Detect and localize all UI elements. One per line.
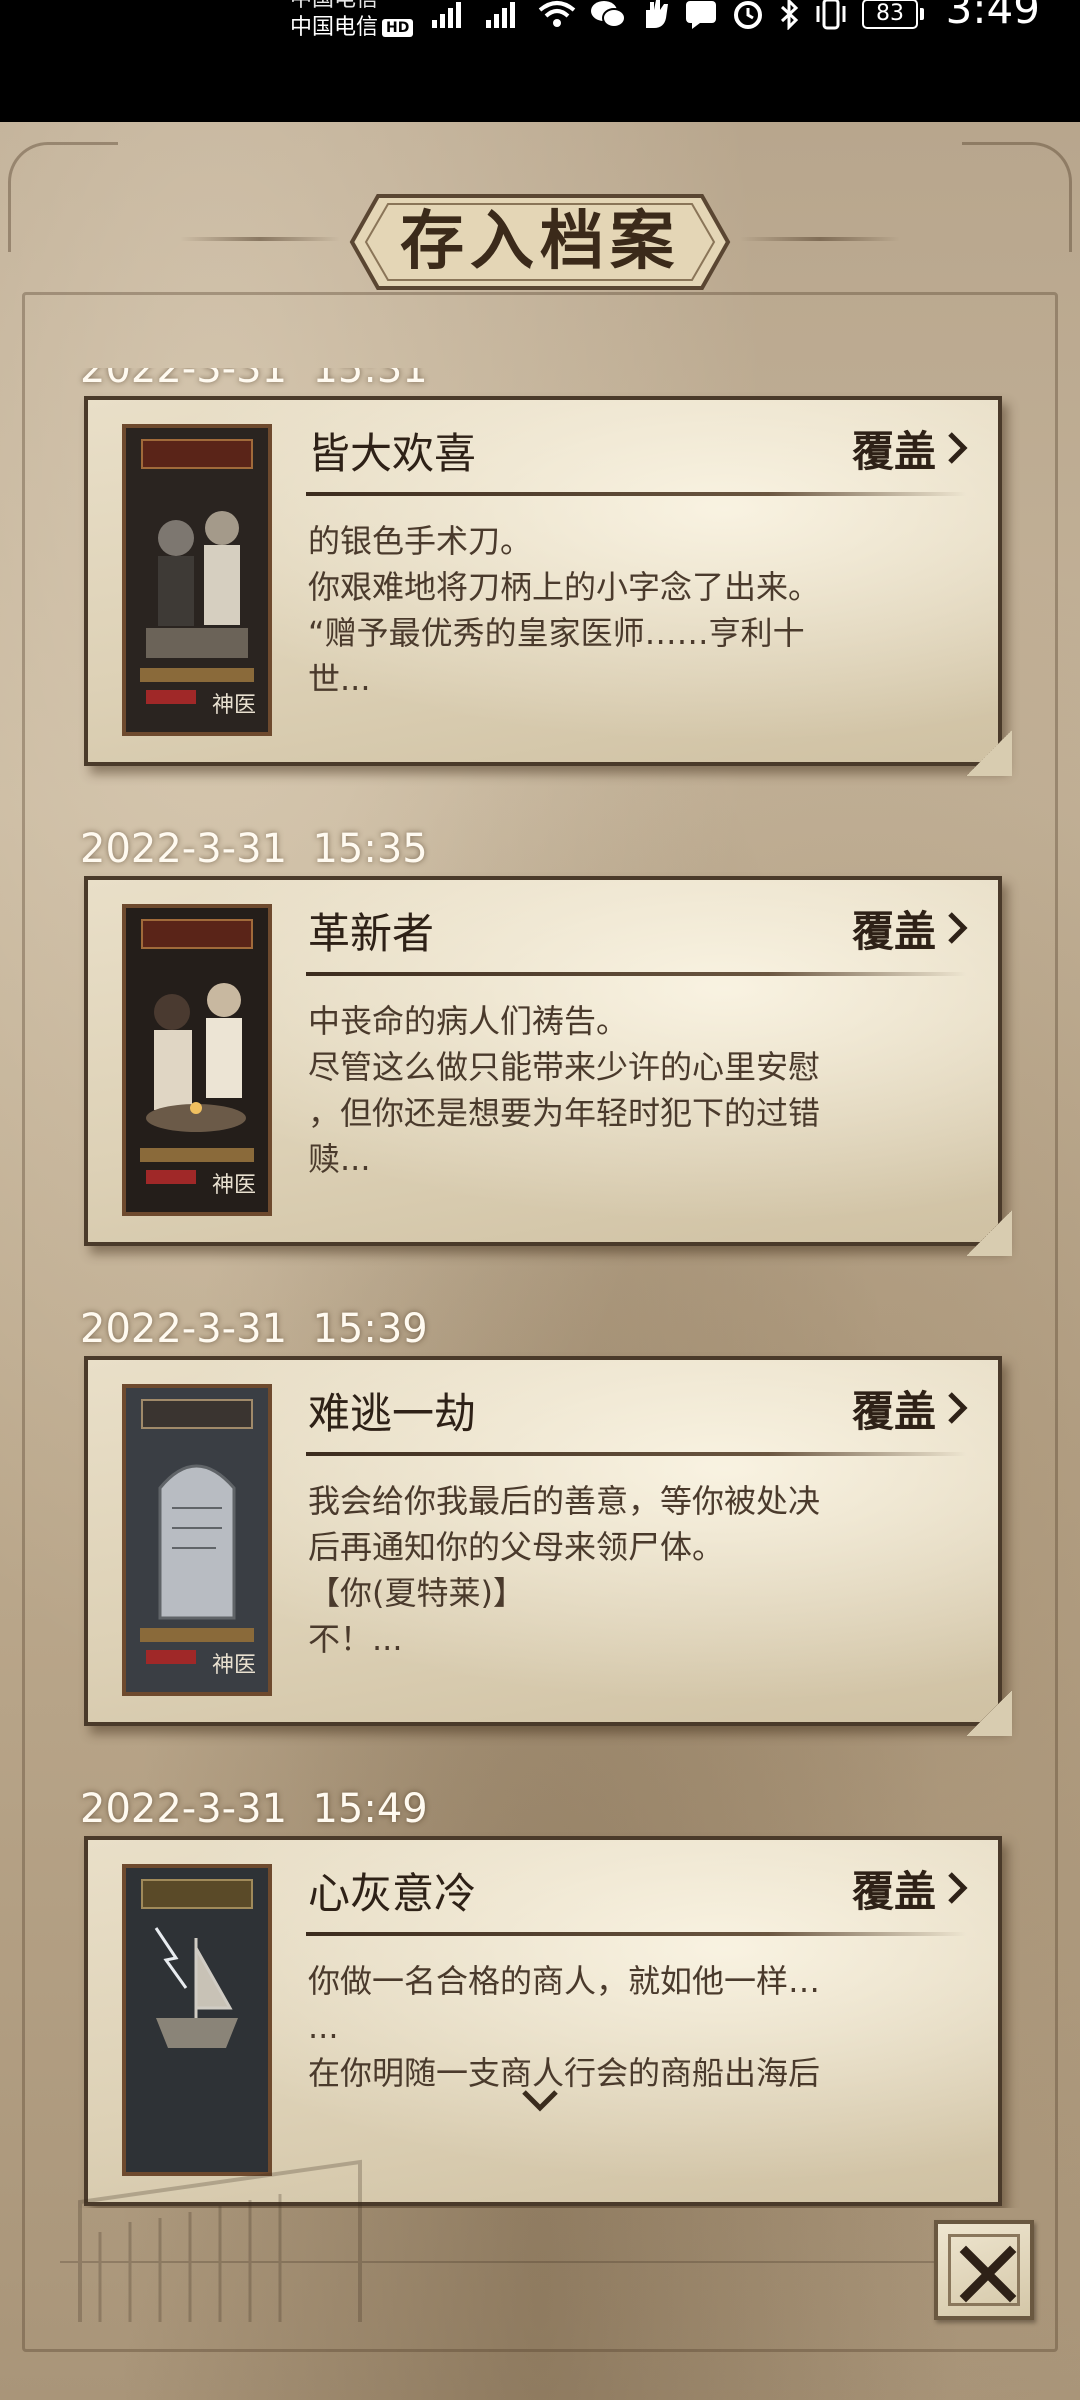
title-divider (306, 1452, 966, 1456)
title-flourish (740, 237, 900, 241)
signal-icon (432, 2, 461, 28)
scroll-down-indicator-icon (522, 2090, 558, 2112)
save-card[interactable]: 神医 革新者 覆盖 中丧命的病人们祷告。 尽管这么做只能带来少许的心里安慰 ，但… (84, 876, 1002, 1246)
thumb-brand-logo: 神医 (212, 693, 256, 718)
save-slot[interactable]: 2022-3-31 15:35 神医 革新者 覆盖 中丧命的病人们祷告。 尽管这… (0, 824, 1080, 1284)
save-thumbnail: 神医 (122, 1384, 272, 1696)
save-timestamp: 2022-3-31 15:31 (80, 368, 428, 392)
thumb-brand-logo: 神医 (212, 1173, 256, 1198)
battery-level: 83 (862, 0, 918, 29)
close-icon (959, 2245, 1017, 2303)
carrier-name-2: 中国电信 HD (290, 14, 414, 42)
save-excerpt: 我会给你我最后的善意，等你被处决 后再通知你的父母来领尸体。 【你(夏特莱)】 … (308, 1482, 821, 1658)
save-excerpt: 你做一名合格的商人，就如他一样… ... 在你明随一支商人行会的商船出海后 (308, 1962, 821, 2092)
save-slot[interactable]: 2022-3-31 15:31 神医 皆大欢喜 覆盖 的银色手术刀。 你艰难地将… (0, 368, 1080, 804)
save-timestamp: 2022-3-31 15:49 (80, 1786, 428, 1832)
save-excerpt: 的银色手术刀。 你艰难地将刀柄上的小字念了出来。 “赠予最优秀的皇家医师……亨利… (308, 522, 821, 698)
save-thumbnail: 神医 (122, 424, 272, 736)
alarm-icon (734, 1, 762, 29)
overwrite-label: 覆盖 (851, 906, 936, 956)
page-fold (966, 1690, 1012, 1736)
save-title: 革新者 (308, 909, 435, 958)
carrier-name-1: 中国电信 (290, 0, 378, 14)
page-fold (966, 730, 1012, 776)
bookshelf-decoration-icon (60, 2159, 1020, 2322)
panel-corner-ornament (962, 142, 1072, 252)
save-timestamp: 2022-3-31 15:35 (80, 826, 428, 872)
thumb-brand-logo: 神医 (212, 1653, 256, 1678)
save-title: 心灰意冷 (308, 1869, 477, 1918)
hd-badge: HD (382, 19, 414, 37)
overwrite-label: 覆盖 (851, 1386, 936, 1436)
save-slot-list[interactable]: 2022-3-31 15:31 神医 皆大欢喜 覆盖 的银色手术刀。 你艰难地将… (0, 368, 1080, 2208)
overwrite-label: 覆盖 (851, 1866, 936, 1916)
overwrite-label: 覆盖 (851, 426, 936, 476)
wechat-icon (591, 1, 626, 28)
title-flourish (180, 237, 340, 241)
close-button[interactable] (934, 2220, 1034, 2320)
panel-corner-ornament (8, 142, 118, 252)
page-fold (966, 1210, 1012, 1256)
save-title: 皆大欢喜 (308, 429, 477, 478)
clock: 3:49 (945, 0, 1040, 33)
message-icon (686, 1, 716, 29)
hand-icon (646, 0, 668, 28)
chevron-right-icon (948, 912, 968, 944)
overwrite-button[interactable]: 覆盖 (852, 418, 968, 478)
signal-icon (486, 2, 515, 28)
status-icons: 83 (430, 0, 924, 34)
save-title: 难逃一劫 (308, 1389, 477, 1438)
status-bar: 中国电信 中国电信HD 83 3:49 (0, 0, 1080, 122)
overwrite-button[interactable]: 覆盖 (852, 898, 968, 958)
title-divider (306, 1932, 966, 1936)
chevron-right-icon (948, 1872, 968, 1904)
overwrite-button[interactable]: 覆盖 (852, 1378, 968, 1438)
title-divider (306, 972, 966, 976)
save-thumbnail: 神医 (122, 904, 272, 1216)
title-divider (306, 492, 966, 496)
battery-icon: 83 (862, 0, 924, 29)
overwrite-button[interactable]: 覆盖 (852, 1858, 968, 1918)
page-title: 存入档案 (400, 204, 680, 279)
save-archive-panel: 存入档案 2022-3-31 15:31 神医 皆大欢喜 覆盖 的银色手术刀。 … (0, 122, 1080, 2400)
save-card[interactable]: 神医 皆大欢喜 覆盖 的银色手术刀。 你艰难地将刀柄上的小字念了出来。 “赠予最… (84, 396, 1002, 766)
chevron-right-icon (948, 432, 968, 464)
chevron-right-icon (948, 1392, 968, 1424)
save-slot[interactable]: 2022-3-31 15:39 神医 难逃一劫 覆盖 我会给你我最后的善意，等你… (0, 1304, 1080, 1764)
title-plaque: 存入档案 (348, 192, 732, 292)
save-timestamp: 2022-3-31 15:39 (80, 1306, 428, 1352)
wifi-icon (538, 1, 576, 27)
save-excerpt: 中丧命的病人们祷告。 尽管这么做只能带来少许的心里安慰 ，但你还是想要为年轻时犯… (308, 1002, 821, 1178)
vibrate-icon (816, 0, 846, 30)
save-card[interactable]: 神医 难逃一劫 覆盖 我会给你我最后的善意，等你被处决 后再通知你的父母来领尸体… (84, 1356, 1002, 1726)
bluetooth-icon (780, 0, 799, 30)
